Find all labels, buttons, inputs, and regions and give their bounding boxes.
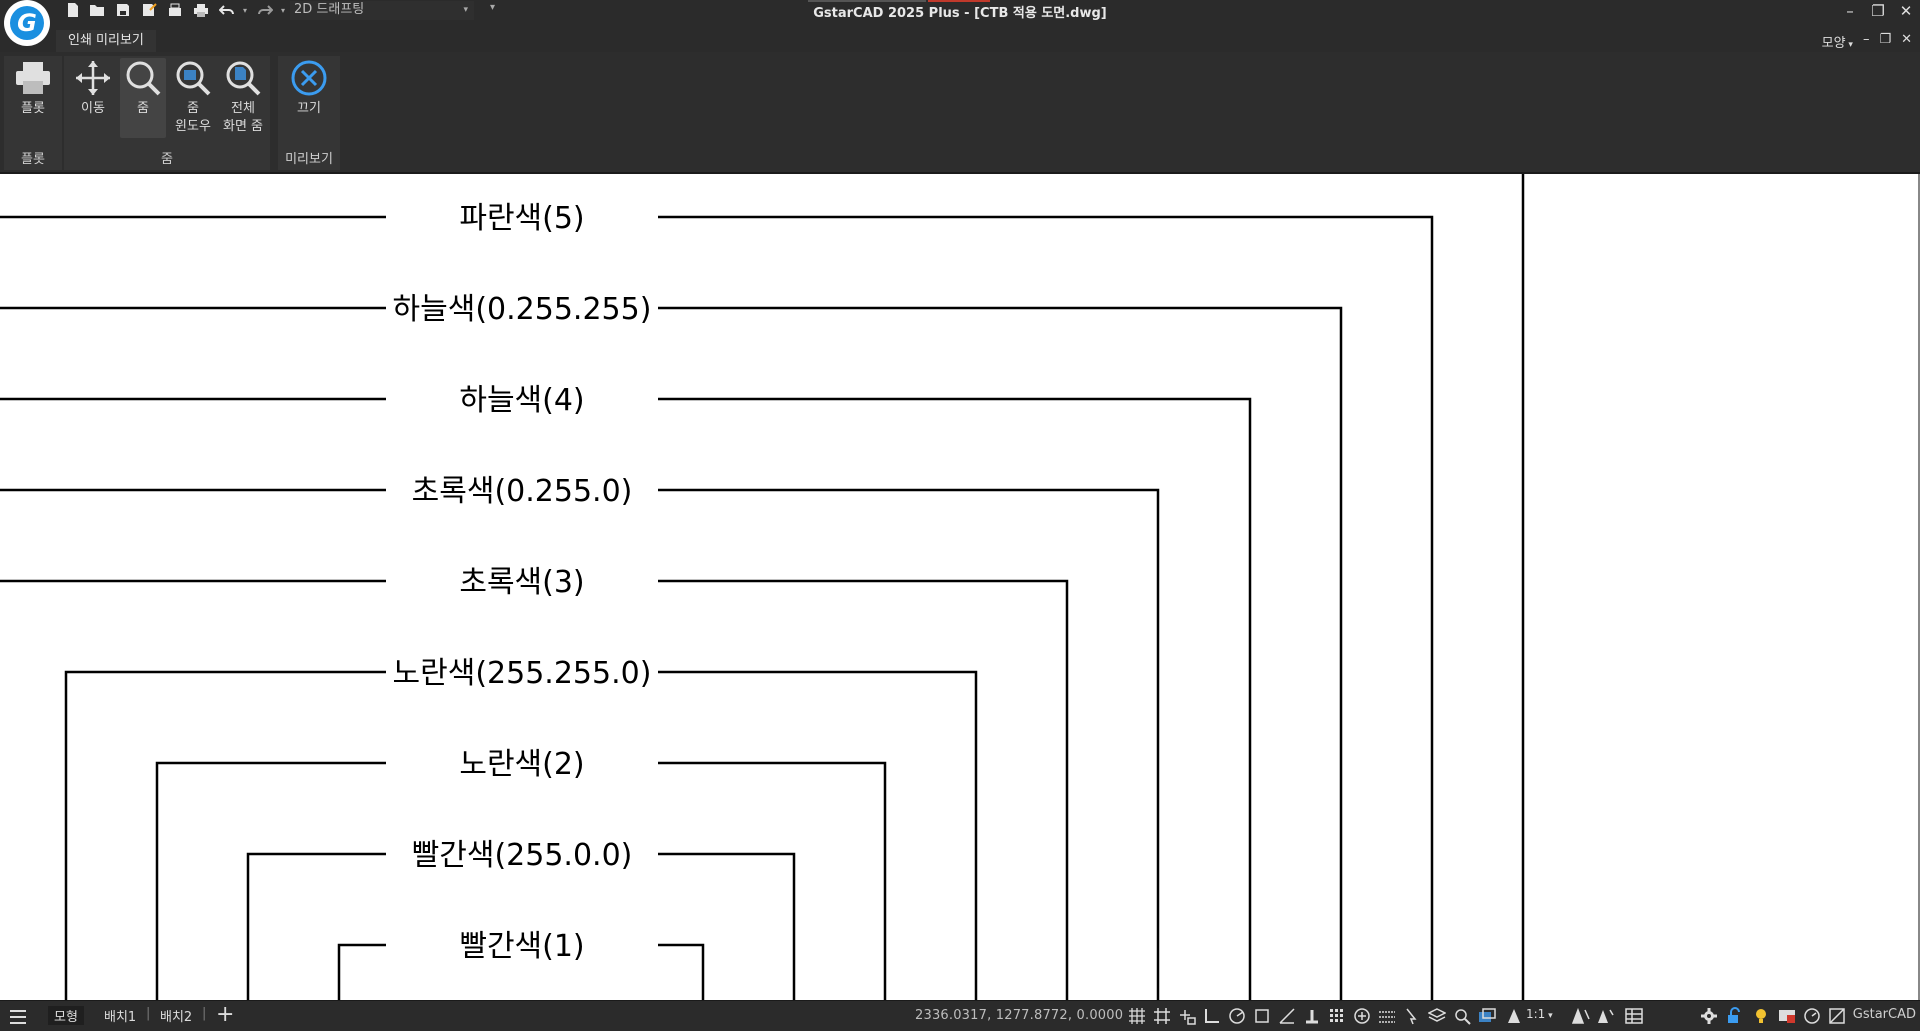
ribbon-panel: 플롯 이동 줌 줌 윈도우 전체 화면 줌 끄기 플롯 줌 미리보기 (0, 52, 1920, 174)
lock-icon[interactable] (1725, 1007, 1743, 1025)
label-red-rgb: 빨간색(255.0.0) (412, 838, 633, 873)
selection-cycling-icon[interactable] (1403, 1007, 1421, 1025)
plot-label: 플롯 (21, 101, 45, 116)
hardware-acceleration-icon[interactable] (1778, 1007, 1796, 1025)
restore-button[interactable]: ❐ (1864, 0, 1892, 22)
dynamic-ucs-icon[interactable] (1303, 1007, 1321, 1025)
tab-divider: | (202, 1006, 207, 1021)
zoom-icon (126, 61, 161, 96)
title-bar: G ▾ ▾ 2D 드래프팅 ▾ ▾ GstarCAD 2025 Plus - [… (0, 0, 1920, 46)
table-icon[interactable] (1625, 1007, 1643, 1025)
close-preview-label: 끄기 (297, 101, 321, 116)
ortho-icon[interactable] (1203, 1007, 1221, 1025)
app-menu-button[interactable]: G (4, 0, 50, 46)
group-title-zoom: 줌 (161, 152, 173, 167)
transparency-icon[interactable] (1378, 1007, 1396, 1025)
lineweight-icon[interactable] (1353, 1007, 1371, 1025)
performance-icon[interactable] (1803, 1007, 1821, 1025)
tab-layout2[interactable]: 배치2 (160, 1006, 192, 1025)
plot-button[interactable]: 플롯 (10, 58, 56, 138)
close-preview-icon (291, 60, 327, 96)
quick-view-icon[interactable] (1453, 1007, 1471, 1025)
label-yellow-rgb: 노란색(255.255.0) (393, 656, 652, 691)
add-layout-icon[interactable]: + (216, 1002, 234, 1027)
auto-scale-icon[interactable] (1597, 1007, 1615, 1025)
group-title-plot: 플롯 (21, 152, 45, 167)
tab-print-preview[interactable]: 인쇄 미리보기 (56, 30, 156, 52)
preview-canvas[interactable]: 파란색(5) 하늘색(0.255.255) 하늘색(4) 초록색(0.255.0… (0, 174, 1920, 1000)
minimize-button[interactable]: – (1836, 0, 1864, 22)
doc-restore-button[interactable]: ❐ (1879, 32, 1891, 51)
zoom-extents-label: 전체 화면 줌 (222, 101, 263, 134)
label-blue-5: 파란색(5) (459, 201, 584, 236)
osnap-icon[interactable] (1253, 1007, 1271, 1025)
polar-icon[interactable] (1228, 1007, 1246, 1025)
pan-label: 이동 (81, 101, 105, 116)
zoom-extents-icon (226, 61, 261, 96)
zoom-window-icon (176, 61, 211, 96)
viewports-icon[interactable] (1478, 1007, 1496, 1025)
zoom-label: 줌 (137, 101, 149, 116)
tab-divider: | (146, 1006, 151, 1021)
layers-icon[interactable] (1428, 1007, 1446, 1025)
clean-screen-icon[interactable] (1828, 1007, 1846, 1025)
grid-icon[interactable] (1128, 1007, 1146, 1025)
status-bar: 모형 배치1 | 배치2 | + 2336.0317, 1277.8772, 0… (0, 1000, 1920, 1031)
label-green-rgb: 초록색(0.255.0) (412, 474, 633, 509)
line-red-rgb (246, 852, 796, 1000)
workspace-gear-icon[interactable] (1700, 1007, 1718, 1025)
ribbon-tab-bar: 인쇄 미리보기 모양 ▾ – ❐ ✕ (0, 30, 1920, 52)
doc-minimize-button[interactable]: – (1863, 32, 1870, 51)
zoom-extents-button[interactable]: 전체 화면 줌 (220, 58, 266, 138)
isolate-objects-icon[interactable] (1752, 1007, 1770, 1025)
dynamic-input-icon[interactable] (1328, 1007, 1346, 1025)
annotation-scale-icon[interactable] (1505, 1007, 1523, 1025)
otrack-icon[interactable] (1278, 1007, 1296, 1025)
tab-model[interactable]: 모형 (48, 1006, 84, 1025)
hamburger-menu-icon[interactable] (8, 1008, 26, 1026)
document-controls: 모양 ▾ – ❐ ✕ (1822, 32, 1912, 51)
infer-icon[interactable] (1178, 1007, 1196, 1025)
label-green-3: 초록색(3) (459, 565, 584, 600)
layout-menu[interactable]: 모양 ▾ (1822, 32, 1853, 51)
close-button[interactable]: ✕ (1892, 0, 1920, 22)
line-cyan-rgb (0, 306, 1343, 1000)
label-red-1: 빨간색(1) (459, 929, 584, 964)
drawing-svg: 파란색(5) 하늘색(0.255.255) 하늘색(4) 초록색(0.255.0… (0, 174, 1525, 1000)
label-yellow-2: 노란색(2) (459, 747, 584, 782)
pan-button[interactable]: 이동 (70, 58, 116, 138)
annotation-visibility-icon[interactable] (1572, 1007, 1590, 1025)
zoom-window-label: 줌 윈도우 (175, 101, 211, 134)
brand-label: GstarCAD (1852, 1007, 1916, 1022)
line-yellow-2 (155, 761, 887, 1000)
snap-grid-icon[interactable] (1153, 1007, 1171, 1025)
gstarcad-logo-icon: G (10, 6, 44, 40)
tab-layout1[interactable]: 배치1 (104, 1006, 136, 1025)
printer-icon (16, 62, 50, 94)
line-blue-5 (0, 215, 1434, 1000)
label-cyan-4: 하늘색(4) (459, 383, 584, 418)
close-preview-button[interactable]: 끄기 (286, 58, 332, 138)
window-title: GstarCAD 2025 Plus - [CTB 적용 도면.dwg] (813, 6, 1107, 21)
zoom-window-button[interactable]: 줌 윈도우 (170, 58, 216, 138)
group-title-preview: 미리보기 (285, 152, 333, 167)
zoom-button[interactable]: 줌 (120, 58, 166, 138)
pan-icon (76, 61, 110, 95)
label-cyan-rgb: 하늘색(0.255.255) (393, 292, 652, 327)
annotation-scale-value[interactable]: 1:1 ▾ (1526, 1007, 1553, 1021)
doc-close-button[interactable]: ✕ (1901, 32, 1912, 51)
coordinates-readout[interactable]: 2336.0317, 1277.8772, 0.0000 (915, 1008, 1123, 1023)
